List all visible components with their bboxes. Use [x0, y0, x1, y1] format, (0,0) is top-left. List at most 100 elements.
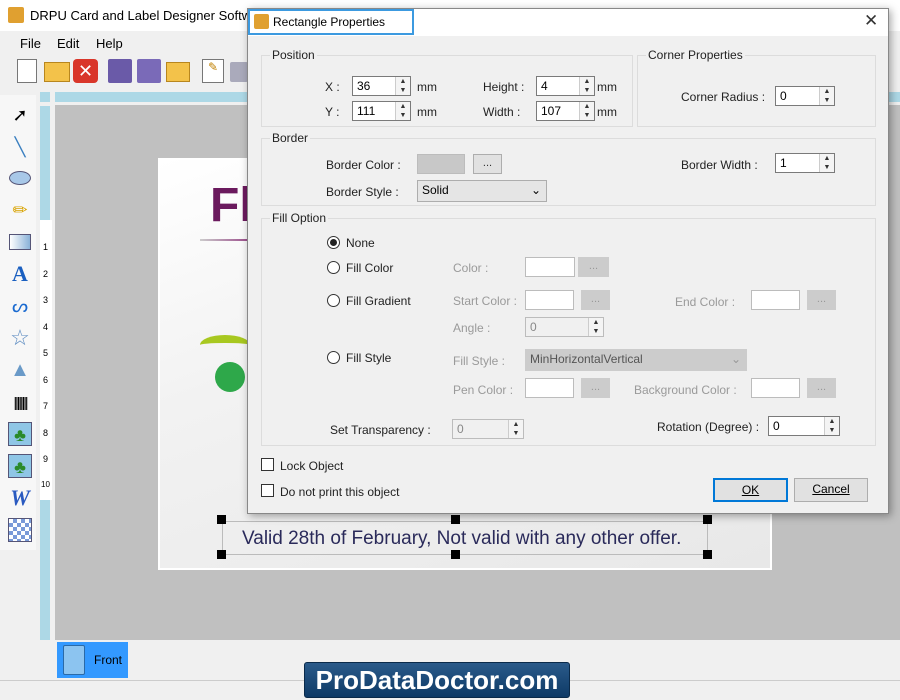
fill-gradient-label[interactable]: Fill Gradient [346, 294, 411, 308]
chevron-down-icon: ⌄ [730, 352, 741, 366]
end-color-swatch[interactable] [751, 290, 800, 310]
dialog-close-icon[interactable]: ✕ [864, 11, 878, 31]
fill-none-radio[interactable] [327, 236, 340, 249]
resize-handle[interactable] [217, 550, 226, 559]
end-color-label: End Color : [675, 295, 736, 309]
dialog-logo-icon [254, 14, 269, 29]
print-icon[interactable] [230, 62, 248, 82]
fill-color-swatch[interactable] [525, 257, 575, 277]
border-color-browse-button[interactable]: ... [473, 154, 502, 174]
triangle-icon[interactable]: ▲ [8, 358, 32, 382]
background-color-browse-button[interactable]: ... [807, 378, 836, 398]
height-input[interactable]: 4 ▲ ▼ [536, 76, 595, 96]
text-icon[interactable]: A [8, 262, 32, 286]
ruler-number: 3 [43, 295, 49, 305]
rectangle-icon[interactable] [8, 230, 32, 254]
new-icon[interactable] [17, 59, 37, 83]
x-input[interactable]: 36 ▲ ▼ [352, 76, 411, 96]
line-icon[interactable]: ╲ [8, 135, 32, 159]
menu-help[interactable]: Help [96, 36, 123, 51]
fill-style-label[interactable]: Fill Style [346, 351, 391, 365]
select-move-icon[interactable]: ➚ [8, 103, 32, 127]
image-library-icon[interactable]: ♣ [8, 454, 32, 478]
unit-label: mm [597, 80, 617, 94]
curve-icon[interactable]: ᔕ [8, 294, 32, 318]
resize-handle[interactable] [451, 550, 460, 559]
background-color-swatch[interactable] [751, 378, 800, 398]
menu-edit[interactable]: Edit [57, 36, 79, 51]
open-icon[interactable] [44, 62, 70, 82]
ruler-number: 9 [43, 454, 49, 464]
card-footer-text[interactable]: Valid 28th of February, Not valid with a… [242, 528, 681, 550]
vertical-ruler-scale: 1 2 3 4 5 6 7 8 9 10 [40, 220, 52, 500]
color-label: Color : [453, 261, 489, 275]
width-label: Width : [483, 105, 521, 119]
pen-color-swatch[interactable] [525, 378, 574, 398]
fill-style-select[interactable]: MinHorizontalVertical ⌄ [525, 349, 747, 371]
rotation-label: Rotation (Degree) : [657, 420, 760, 434]
corner-radius-input[interactable]: 0 ▲ ▼ [775, 86, 835, 106]
group-label: Corner Properties [646, 48, 745, 62]
fill-gradient-radio[interactable] [327, 294, 340, 307]
export-icon[interactable] [166, 62, 190, 82]
border-color-label: Border Color : [326, 158, 401, 172]
angle-input[interactable]: 0 ▲ ▼ [525, 317, 604, 337]
ruler-corner [40, 92, 50, 102]
toolbox [0, 95, 36, 550]
border-color-swatch[interactable] [417, 154, 465, 174]
transparency-input[interactable]: 0 ▲ ▼ [452, 419, 524, 439]
fill-color-browse-button[interactable]: ... [578, 257, 609, 277]
ruler-number: 5 [43, 348, 49, 358]
group-label: Fill Option [270, 211, 329, 225]
group-label: Position [270, 48, 317, 62]
fill-style-select-label: Fill Style : [453, 354, 506, 368]
edit-icon[interactable]: ✎ [202, 59, 224, 83]
page-icon [63, 645, 85, 675]
angle-label: Angle : [453, 321, 491, 335]
fill-color-label[interactable]: Fill Color [346, 261, 393, 275]
image-icon[interactable]: ♣ [8, 422, 32, 446]
border-width-label: Border Width : [681, 158, 758, 172]
border-style-select[interactable]: Solid ⌄ [417, 180, 547, 202]
rotation-input[interactable]: 0 ▲ ▼ [768, 416, 840, 436]
fill-color-radio[interactable] [327, 261, 340, 274]
no-print-label[interactable]: Do not print this object [280, 485, 399, 499]
height-label: Height : [483, 80, 525, 94]
resize-handle[interactable] [703, 515, 712, 524]
fill-none-label[interactable]: None [346, 236, 375, 250]
start-color-swatch[interactable] [525, 290, 574, 310]
lock-object-label[interactable]: Lock Object [280, 459, 343, 473]
no-print-checkbox[interactable] [261, 484, 274, 497]
tab-front[interactable]: Front [57, 642, 128, 678]
ruler-number: 1 [43, 242, 49, 252]
border-width-input[interactable]: 1 ▲ ▼ [775, 153, 835, 173]
menu-file[interactable]: File [20, 36, 41, 51]
close-file-icon[interactable]: ✕ [73, 59, 98, 83]
fill-style-radio[interactable] [327, 351, 340, 364]
y-input[interactable]: 111 ▲ ▼ [352, 101, 411, 121]
transparency-label: Set Transparency : [330, 423, 431, 437]
lock-object-checkbox[interactable] [261, 458, 274, 471]
barcode-icon[interactable]: |||||||| [8, 390, 32, 414]
ok-button[interactable]: OK [713, 478, 788, 502]
save-as-icon[interactable] [137, 59, 161, 83]
width-input[interactable]: 107 ▲ ▼ [536, 101, 595, 121]
end-color-browse-button[interactable]: ... [807, 290, 836, 310]
ellipse-icon[interactable] [8, 166, 32, 190]
dialog-title: Rectangle Properties [273, 15, 386, 29]
cancel-button[interactable]: Cancel [794, 478, 868, 502]
star-icon[interactable]: ☆ [8, 326, 32, 350]
resize-handle[interactable] [703, 550, 712, 559]
start-color-browse-button[interactable]: ... [581, 290, 610, 310]
tab-label: Front [94, 653, 123, 667]
app-logo-icon [8, 7, 24, 23]
pencil-icon[interactable]: ✏ [8, 198, 32, 222]
resize-handle[interactable] [217, 515, 226, 524]
save-icon[interactable] [108, 59, 132, 83]
pen-color-browse-button[interactable]: ... [581, 378, 610, 398]
unit-label: mm [597, 105, 617, 119]
watermark-icon[interactable] [8, 518, 32, 542]
resize-handle[interactable] [451, 515, 460, 524]
logo-circle [215, 362, 245, 392]
wordart-icon[interactable]: W [8, 486, 32, 510]
